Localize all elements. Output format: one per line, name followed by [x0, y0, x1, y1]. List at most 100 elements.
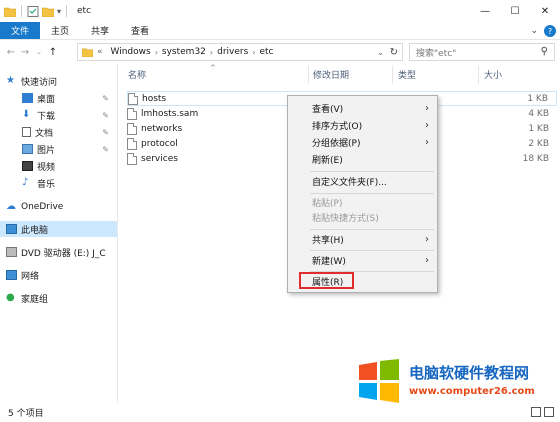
watermark-title: 电脑软硬件教程网 — [409, 364, 530, 382]
address-dropdown-icon[interactable]: ⌄ — [377, 48, 384, 57]
file-icon — [127, 107, 137, 120]
chevron-right-icon: › — [425, 255, 429, 266]
ribbon-right-controls: ⌄ ? — [530, 24, 556, 38]
tab-file[interactable]: 文件 — [0, 22, 41, 39]
document-icon — [22, 127, 31, 137]
nav-item-downloads[interactable]: ⬇ 下载 ✎ — [0, 107, 117, 123]
overflow-chevrons[interactable]: « — [97, 47, 103, 57]
pin-icon[interactable]: ✎ — [102, 94, 109, 103]
pin-icon[interactable]: ✎ — [102, 145, 109, 154]
help-icon[interactable]: ? — [544, 25, 556, 37]
column-header-date[interactable]: 修改日期 — [313, 68, 349, 81]
chevron-right-icon: › — [425, 137, 429, 148]
chevron-right-icon: › — [425, 103, 429, 114]
nav-item-pictures[interactable]: 图片 ✎ — [0, 141, 117, 157]
file-size: 18 KB — [522, 153, 549, 164]
file-icon — [127, 137, 137, 150]
column-divider[interactable] — [392, 66, 393, 84]
address-bar[interactable]: « Windows › system32 › drivers › etc ⌄ ↻ — [77, 43, 403, 61]
refresh-icon[interactable]: ↻ — [390, 47, 398, 58]
search-icon[interactable]: ⚲ — [541, 46, 548, 57]
file-name: services — [141, 153, 178, 164]
divider — [66, 5, 68, 17]
chevron-right-icon[interactable]: › — [210, 48, 213, 57]
menu-item-group-by[interactable]: 分组依据(P) › — [288, 134, 437, 151]
menu-item-share[interactable]: 共享(H) › — [288, 231, 437, 248]
address-row: ← → ⌄ ↑ « Windows › system32 › drivers ›… — [0, 40, 560, 64]
menu-item-view[interactable]: 查看(V) › — [288, 100, 437, 117]
up-arrow-icon[interactable]: ↑ — [46, 42, 60, 62]
file-name: lmhosts.sam — [141, 108, 199, 119]
menu-divider — [310, 229, 434, 230]
breadcrumb-etc[interactable]: etc — [259, 47, 273, 57]
file-icon — [128, 92, 138, 105]
tab-home[interactable]: 主页 — [40, 22, 80, 39]
tab-share[interactable]: 共享 — [80, 22, 120, 39]
folder-icon — [82, 48, 93, 57]
nav-item-dvd-drive[interactable]: DVD 驱动器 (E:) J_C — [0, 244, 117, 260]
cloud-icon: ☁ — [6, 201, 16, 212]
properties-check-icon[interactable] — [27, 5, 39, 17]
new-folder-icon[interactable] — [42, 6, 54, 17]
file-name: networks — [141, 123, 183, 134]
nav-item-documents[interactable]: 文档 ✎ — [0, 124, 117, 140]
menu-item-sort-by[interactable]: 排序方式(O) › — [288, 117, 437, 134]
title-bar: ▾ etc — ☐ ✕ — [0, 0, 560, 22]
sort-up-icon: ^ — [210, 64, 216, 72]
window-controls: — ☐ ✕ — [470, 0, 560, 22]
quick-access-toolbar: ▾ — [0, 5, 69, 17]
nav-item-music[interactable]: ♪ 音乐 — [0, 175, 117, 191]
file-name: protocol — [141, 138, 178, 149]
file-size: 4 KB — [528, 108, 549, 119]
back-arrow-icon[interactable]: ← — [4, 42, 18, 62]
menu-item-refresh[interactable]: 刷新(E) — [288, 151, 437, 168]
pin-icon[interactable]: ✎ — [102, 111, 109, 120]
file-size: 1 KB — [528, 123, 549, 134]
chevron-right-icon[interactable]: › — [155, 48, 158, 57]
desktop-icon — [22, 93, 33, 103]
close-button[interactable]: ✕ — [530, 0, 560, 22]
minimize-button[interactable]: — — [470, 0, 500, 22]
navigation-pane: ★ 快速访问 桌面 ✎ ⬇ 下载 ✎ 文档 ✎ 图片 ✎ 视频 ♪ 音乐 ☁ O… — [0, 64, 117, 402]
breadcrumb-system32[interactable]: system32 — [162, 47, 206, 57]
breadcrumb-windows[interactable]: Windows — [111, 47, 151, 57]
maximize-button[interactable]: ☐ — [500, 0, 530, 22]
search-input[interactable]: 搜索"etc" ⚲ — [409, 43, 555, 61]
menu-item-customize-folder[interactable]: 自定义文件夹(F)... — [288, 173, 437, 190]
breadcrumb-drivers[interactable]: drivers — [217, 47, 248, 57]
column-header-size[interactable]: 大小 — [484, 68, 502, 81]
column-header-type[interactable]: 类型 — [398, 68, 416, 81]
window-title: etc — [77, 6, 92, 16]
music-icon: ♪ — [22, 177, 29, 188]
forward-arrow-icon[interactable]: → — [18, 42, 32, 62]
customize-toolbar-icon[interactable]: ▾ — [57, 7, 61, 16]
pictures-icon — [22, 144, 33, 154]
expand-ribbon-icon[interactable]: ⌄ — [530, 26, 538, 36]
menu-item-new[interactable]: 新建(W) › — [288, 252, 437, 269]
nav-item-network[interactable]: 网络 — [0, 267, 117, 283]
search-placeholder: 搜索"etc" — [416, 48, 457, 59]
homegroup-icon: ● — [6, 292, 15, 303]
file-size: 2 KB — [528, 138, 549, 149]
menu-divider — [310, 171, 434, 172]
chevron-right-icon: › — [425, 234, 429, 245]
nav-item-videos[interactable]: 视频 — [0, 158, 117, 174]
tab-view[interactable]: 查看 — [120, 22, 160, 39]
pin-icon[interactable]: ✎ — [102, 128, 109, 137]
nav-item-homegroup[interactable]: ● 家庭组 — [0, 290, 117, 306]
column-divider[interactable] — [478, 66, 479, 84]
nav-item-quick-access[interactable]: ★ 快速访问 — [0, 73, 117, 89]
column-divider[interactable] — [308, 66, 309, 84]
column-header-name[interactable]: 名称 — [128, 68, 146, 81]
nav-item-desktop[interactable]: 桌面 ✎ — [0, 90, 117, 106]
nav-item-this-pc[interactable]: 此电脑 — [0, 221, 117, 237]
menu-item-paste-shortcut[interactable]: 粘贴快捷方式(S) — [288, 209, 437, 226]
network-icon — [6, 270, 17, 280]
recent-locations-chevron-icon[interactable]: ⌄ — [32, 42, 46, 62]
nav-item-onedrive[interactable]: ☁ OneDrive — [0, 199, 117, 215]
properties-highlight-box — [299, 272, 354, 289]
file-icon — [127, 122, 137, 135]
chevron-right-icon[interactable]: › — [252, 48, 255, 57]
ribbon-tabs: 文件 主页 共享 查看 ⌄ ? — [0, 22, 560, 40]
download-icon: ⬇ — [22, 109, 31, 120]
